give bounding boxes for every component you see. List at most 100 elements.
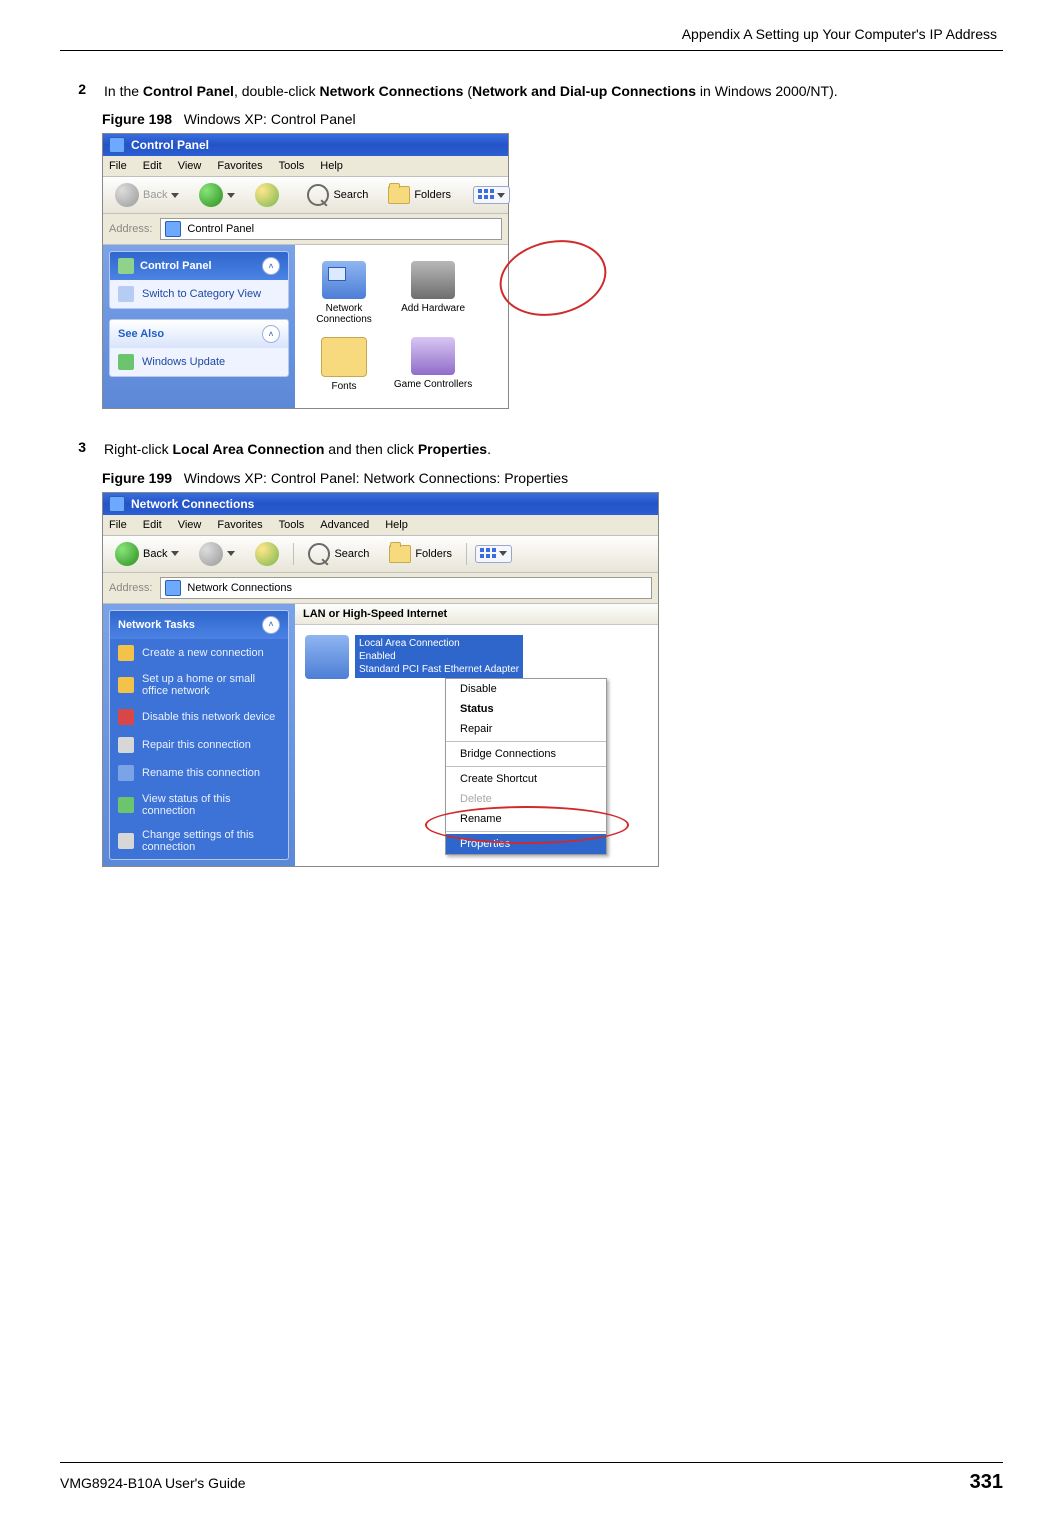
icon-label: Game Controllers	[394, 379, 472, 390]
toolbar-separator	[466, 543, 467, 565]
add-hardware-item[interactable]: Add Hardware	[392, 261, 474, 314]
figure-199-label: Figure 199	[102, 470, 172, 486]
menu-advanced[interactable]: Advanced	[320, 519, 369, 531]
forward-arrow-icon	[199, 183, 223, 207]
sidebox-header[interactable]: Control Panel ˄	[110, 252, 288, 280]
window-titlebar[interactable]: Control Panel	[103, 134, 508, 156]
menu-file[interactable]: File	[109, 160, 127, 172]
chevron-down-icon	[227, 193, 235, 198]
home-network-icon	[118, 677, 134, 693]
address-label: Address:	[109, 223, 152, 235]
task-setup-network[interactable]: Set up a home or small office network	[110, 667, 288, 703]
collapse-icon[interactable]: ˄	[262, 325, 280, 343]
t: Network Connections	[320, 83, 464, 99]
link-text: Repair this connection	[142, 739, 251, 751]
menu-create-shortcut[interactable]: Create Shortcut	[446, 769, 606, 789]
windows-update-link[interactable]: Windows Update	[110, 348, 288, 376]
conn-state: Enabled	[359, 651, 396, 662]
menu-disable[interactable]: Disable	[446, 679, 606, 699]
game-controllers-icon	[411, 337, 455, 375]
address-field[interactable]: Control Panel	[160, 218, 502, 240]
menu-edit[interactable]: Edit	[143, 519, 162, 531]
t: Network and Dial-up Connections	[472, 83, 696, 99]
forward-button[interactable]	[193, 181, 241, 209]
folders-button[interactable]: Folders	[383, 543, 458, 565]
menu-tools[interactable]: Tools	[279, 519, 305, 531]
figure-198-label: Figure 198	[102, 111, 172, 127]
task-view-status[interactable]: View status of this connection	[110, 787, 288, 823]
menu-rename[interactable]: Rename	[446, 809, 606, 829]
task-repair-connection[interactable]: Repair this connection	[110, 731, 288, 759]
screenshot-control-panel: Control Panel File Edit View Favorites T…	[102, 133, 509, 409]
menu-favorites[interactable]: Favorites	[217, 160, 262, 172]
fonts-item[interactable]: Fonts	[303, 337, 385, 392]
game-controllers-item[interactable]: Game Controllers	[392, 337, 474, 390]
menu-help[interactable]: Help	[320, 160, 343, 172]
menu-separator	[446, 766, 606, 767]
lan-connection-icon	[305, 635, 349, 679]
menu-properties[interactable]: Properties	[446, 834, 606, 854]
step-3-text: Right-click Local Area Connection and th…	[104, 439, 1003, 459]
collapse-icon[interactable]: ˄	[262, 257, 280, 275]
link-text: Disable this network device	[142, 711, 275, 723]
up-button[interactable]	[249, 540, 285, 568]
menu-tools[interactable]: Tools	[279, 160, 305, 172]
menu-view[interactable]: View	[178, 160, 202, 172]
collapse-icon[interactable]: ˄	[262, 616, 280, 634]
page-footer: VMG8924-B10A User's Guide 331	[60, 1462, 1003, 1494]
search-label: Search	[334, 548, 369, 560]
up-button[interactable]	[249, 181, 285, 209]
task-change-settings[interactable]: Change settings of this connection	[110, 823, 288, 859]
sidebox-header[interactable]: Network Tasks˄	[110, 611, 288, 639]
add-hardware-icon	[411, 261, 455, 299]
menu-help[interactable]: Help	[385, 519, 408, 531]
search-button[interactable]: Search	[302, 541, 375, 567]
back-button[interactable]: Back	[109, 540, 185, 568]
network-connections-icon	[322, 261, 366, 299]
views-button[interactable]	[475, 545, 512, 563]
icon-label: Add Hardware	[401, 303, 465, 314]
menu-file[interactable]: File	[109, 519, 127, 531]
fonts-icon	[321, 337, 367, 377]
menu-status[interactable]: Status	[446, 699, 606, 719]
side-panel: Control Panel ˄ Switch to Category View …	[103, 245, 295, 408]
chevron-down-icon	[171, 551, 179, 556]
context-menu: Disable Status Repair Bridge Connections…	[445, 678, 607, 855]
header-rule	[60, 50, 1003, 51]
check-icon	[118, 258, 134, 274]
window-title: Control Panel	[131, 138, 209, 152]
repair-icon	[118, 737, 134, 753]
folder-up-icon	[255, 542, 279, 566]
views-button[interactable]	[473, 186, 510, 204]
folders-button[interactable]: Folders	[382, 184, 457, 206]
menu-repair[interactable]: Repair	[446, 719, 606, 739]
menu-edit[interactable]: Edit	[143, 160, 162, 172]
task-rename-connection[interactable]: Rename this connection	[110, 759, 288, 787]
menu-view[interactable]: View	[178, 519, 202, 531]
menu-favorites[interactable]: Favorites	[217, 519, 262, 531]
sidebox-header[interactable]: See Also˄	[110, 320, 288, 348]
address-field[interactable]: Network Connections	[160, 577, 652, 599]
folders-label: Folders	[415, 548, 452, 560]
task-create-connection[interactable]: Create a new connection	[110, 639, 288, 667]
network-connections-item[interactable]: Network Connections	[303, 261, 385, 325]
menu-bridge[interactable]: Bridge Connections	[446, 744, 606, 764]
address-bar: Address: Control Panel	[103, 214, 508, 245]
network-connections-icon	[165, 580, 181, 596]
switch-category-view-link[interactable]: Switch to Category View	[110, 280, 288, 308]
back-button[interactable]: Back	[109, 181, 185, 209]
footer-guide-name: VMG8924-B10A User's Guide	[60, 1475, 246, 1491]
chevron-down-icon	[497, 193, 505, 198]
task-disable-device[interactable]: Disable this network device	[110, 703, 288, 731]
menubar: File Edit View Favorites Tools Help	[103, 156, 508, 177]
forward-button[interactable]	[193, 540, 241, 568]
search-button[interactable]: Search	[301, 182, 374, 208]
figure-199-caption: Figure 199 Windows XP: Control Panel: Ne…	[102, 470, 1003, 486]
step-2-number: 2	[60, 81, 86, 101]
window-body: Network Tasks˄ Create a new connection S…	[103, 604, 658, 866]
side-panel: Network Tasks˄ Create a new connection S…	[103, 604, 295, 866]
menu-delete: Delete	[446, 789, 606, 809]
forward-arrow-icon	[199, 542, 223, 566]
address-bar: Address: Network Connections	[103, 573, 658, 604]
window-titlebar[interactable]: Network Connections	[103, 493, 658, 515]
